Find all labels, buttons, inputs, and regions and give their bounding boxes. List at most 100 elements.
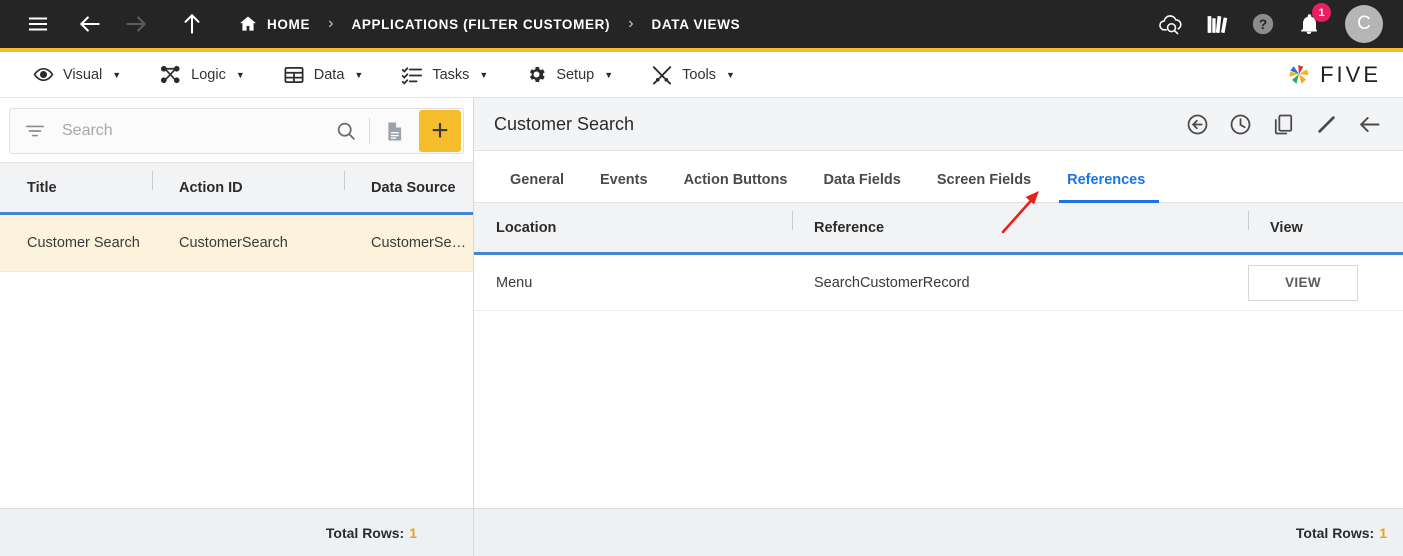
search-bar: + — [9, 108, 464, 154]
notifications-icon[interactable]: 1 — [1293, 3, 1331, 40]
detail-tabs: General Events Action Buttons Data Field… — [474, 151, 1403, 203]
document-icon[interactable] — [370, 120, 419, 143]
total-rows-label: Total Rows: — [325, 524, 405, 541]
detail-panel: Customer Search General Events Action Bu… — [474, 98, 1403, 556]
breadcrumb-label: APPLICATIONS (FILTER CUSTOMER) — [351, 16, 611, 32]
cell-view: VIEW — [1248, 264, 1368, 301]
home-icon — [238, 14, 258, 34]
tab-events[interactable]: Events — [582, 172, 666, 202]
menu-item-tools[interactable]: Tools ▼ — [632, 52, 754, 98]
breadcrumb-item-data-views[interactable]: DATA VIEWS — [648, 17, 745, 32]
column-header-location[interactable]: Location — [474, 220, 792, 236]
tools-icon — [651, 64, 673, 86]
menu-label: Logic — [191, 66, 226, 83]
page-title: Customer Search — [494, 113, 635, 134]
column-header-view[interactable]: View — [1248, 210, 1368, 236]
view-button[interactable]: VIEW — [1248, 264, 1358, 301]
cloud-search-icon[interactable] — [1155, 8, 1187, 40]
column-header-title[interactable]: Title — [0, 180, 152, 196]
total-rows-label: Total Rows: — [1295, 524, 1375, 541]
menu-item-logic[interactable]: Logic ▼ — [140, 52, 264, 98]
cell-reference: SearchCustomerRecord — [814, 274, 970, 291]
right-panel-footer: Total Rows: 1 — [474, 508, 1403, 556]
brand-text: FIVE — [1320, 61, 1381, 87]
search-toolbar: + — [0, 98, 473, 162]
gear-icon — [526, 64, 547, 85]
main-content-split: + Title Action ID Data Source Customer S… — [0, 98, 1403, 556]
search-icon[interactable] — [323, 120, 369, 142]
table-row[interactable]: Menu SearchCustomerRecord VIEW — [474, 255, 1403, 311]
top-navigation-bar: HOME › APPLICATIONS (FILTER CUSTOMER) › … — [0, 0, 1403, 52]
edit-pencil-icon[interactable] — [1305, 104, 1348, 144]
arrow-left-icon[interactable] — [70, 4, 110, 44]
data-views-table: Title Action ID Data Source Customer Sea… — [0, 162, 473, 556]
library-books-icon[interactable] — [1201, 8, 1233, 40]
tab-action-buttons[interactable]: Action Buttons — [666, 172, 806, 202]
menu-item-visual[interactable]: Visual ▼ — [14, 52, 140, 98]
left-panel-footer: Total Rows: 1 — [0, 508, 473, 556]
references-table: Location Reference View Menu SearchCusto… — [474, 203, 1403, 556]
checklist-icon — [401, 64, 423, 86]
chevron-down-icon: ▼ — [604, 69, 614, 80]
add-button[interactable]: + — [419, 110, 461, 152]
table-header-row: Location Reference View — [474, 203, 1403, 255]
table-empty-area — [0, 272, 473, 508]
table-empty-area — [474, 311, 1403, 508]
menu-label: Data — [313, 66, 345, 83]
chevron-down-icon: ▼ — [479, 69, 489, 80]
user-avatar[interactable]: C — [1345, 5, 1383, 43]
total-rows-count: 1 — [1379, 524, 1387, 541]
breadcrumb-label: DATA VIEWS — [651, 16, 741, 32]
menu-item-data[interactable]: Data ▼ — [264, 52, 383, 98]
breadcrumb-item-applications[interactable]: APPLICATIONS (FILTER CUSTOMER) — [347, 17, 614, 32]
cell-action-id: CustomerSearch — [179, 235, 288, 251]
menu-label: Tasks — [432, 66, 470, 83]
chevron-down-icon: ▼ — [354, 69, 364, 80]
logic-graph-icon — [159, 63, 182, 86]
menu-label: Tools — [682, 66, 716, 83]
eye-icon — [33, 64, 54, 85]
data-views-list-panel: + Title Action ID Data Source Customer S… — [0, 98, 474, 556]
breadcrumb-separator: › — [628, 15, 634, 32]
table-header-row: Title Action ID Data Source — [0, 163, 473, 215]
table-row[interactable]: Customer Search CustomerSearch CustomerS… — [0, 215, 473, 272]
application-menu-bar: Visual ▼ Logic ▼ Data ▼ Tasks ▼ Setup ▼ … — [0, 52, 1403, 98]
menu-item-tasks[interactable]: Tasks ▼ — [382, 52, 507, 98]
column-header-action-id[interactable]: Action ID — [152, 170, 344, 196]
cell-data-source: CustomerSearch… — [371, 235, 472, 251]
breadcrumb-label: HOME — [267, 16, 311, 32]
chevron-down-icon: ▼ — [726, 69, 735, 80]
chevron-down-icon: ▼ — [235, 69, 245, 80]
detail-header: Customer Search — [474, 98, 1403, 151]
history-clock-icon[interactable] — [1219, 104, 1262, 144]
tab-general[interactable]: General — [492, 172, 582, 202]
column-header-reference[interactable]: Reference — [792, 210, 1248, 236]
breadcrumb-item-home[interactable]: HOME — [234, 14, 314, 34]
help-icon[interactable]: ? — [1247, 8, 1279, 40]
tab-screen-fields[interactable]: Screen Fields — [919, 172, 1049, 202]
tab-data-fields[interactable]: Data Fields — [805, 172, 918, 202]
menu-item-setup[interactable]: Setup ▼ — [507, 52, 632, 98]
cell-title: Customer Search — [27, 235, 140, 251]
five-pinwheel-icon — [1289, 64, 1309, 84]
menu-label: Visual — [63, 66, 103, 83]
menu-label: Setup — [556, 66, 595, 83]
arrow-right-icon — [116, 4, 156, 44]
breadcrumb-area: HOME › APPLICATIONS (FILTER CUSTOMER) › … — [18, 4, 1155, 44]
filter-icon[interactable] — [24, 120, 46, 142]
table-grid-icon — [283, 64, 305, 86]
five-logo: FIVE — [1285, 61, 1381, 89]
top-bar-actions: ? 1 C — [1155, 3, 1383, 43]
back-arrow-icon[interactable] — [1348, 104, 1391, 144]
tab-references[interactable]: References — [1049, 172, 1163, 203]
search-input[interactable] — [46, 122, 323, 140]
svg-text:?: ? — [1259, 17, 1267, 32]
copy-icon[interactable] — [1262, 104, 1305, 144]
arrow-up-icon[interactable] — [172, 4, 212, 44]
total-rows-count: 1 — [409, 524, 417, 541]
hamburger-menu-icon[interactable] — [18, 4, 58, 44]
cell-location: Menu — [496, 274, 533, 291]
column-header-data-source[interactable]: Data Source — [344, 170, 472, 196]
undo-circle-icon[interactable] — [1176, 104, 1219, 144]
notification-badge: 1 — [1312, 3, 1331, 22]
